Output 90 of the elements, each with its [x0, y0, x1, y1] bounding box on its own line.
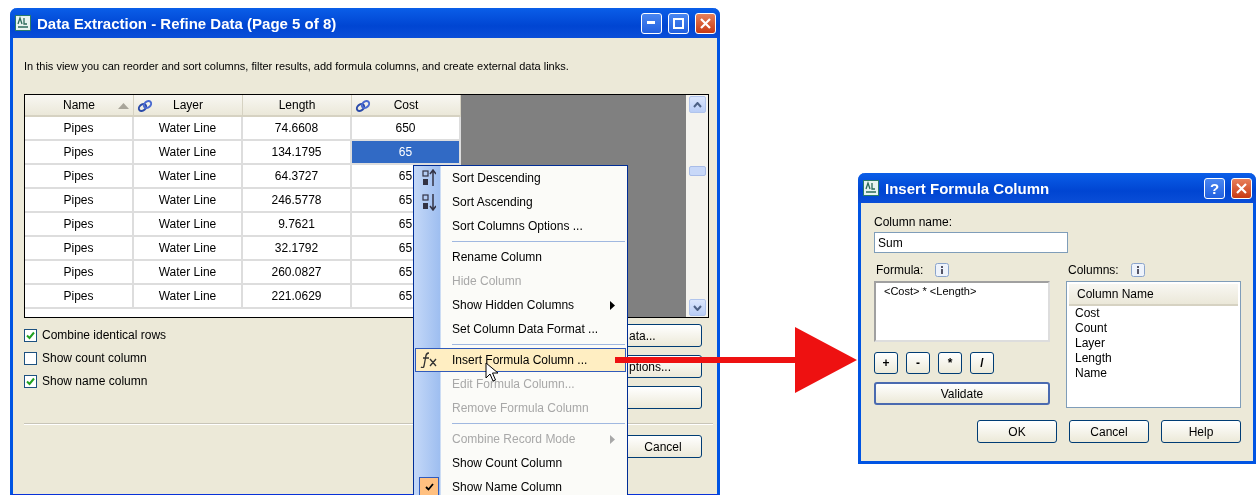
operator-button[interactable]: *	[938, 352, 962, 374]
dialog-title: Insert Formula Column	[885, 179, 1051, 197]
header-label: Length	[278, 98, 316, 112]
table-cell: Pipes	[25, 189, 134, 213]
function-icon	[420, 352, 438, 368]
checkbox[interactable]	[24, 351, 37, 365]
table-cell: 32.1792	[243, 237, 352, 261]
field-label: Columns:	[1068, 263, 1119, 277]
link-icon	[355, 99, 371, 113]
close-button[interactable]	[1231, 177, 1252, 199]
scrollbar[interactable]	[686, 95, 708, 317]
table-cell: Pipes	[25, 213, 134, 237]
table-cell: Pipes	[25, 237, 134, 261]
app-icon	[15, 15, 31, 31]
table-cell: Pipes	[25, 165, 134, 189]
table-cell: Pipes	[25, 117, 134, 141]
dialog-button[interactable]: OK	[977, 420, 1057, 443]
operator-button[interactable]: +	[874, 352, 898, 374]
table-cell: Water Line	[134, 285, 243, 309]
table-cell: Water Line	[134, 189, 243, 213]
info-icon[interactable]	[1130, 263, 1145, 277]
close-button[interactable]	[695, 12, 716, 34]
sort-descending-icon	[422, 169, 436, 187]
checkmark-icon	[419, 477, 439, 495]
minimize-button[interactable]	[641, 12, 662, 34]
column-name-field[interactable]: Sum	[874, 232, 1068, 253]
checkbox[interactable]	[24, 328, 37, 342]
minimize-icon	[647, 21, 656, 25]
header-label: Cost	[393, 98, 419, 112]
table-cell: 65	[352, 141, 461, 165]
checkbox-label[interactable]: Combine identical rows	[42, 328, 167, 342]
table-cell: 74.6608	[243, 117, 352, 141]
submenu-arrow-icon	[610, 435, 615, 444]
menu-item[interactable]: Show Count Column	[415, 451, 626, 475]
menu-item[interactable]: Insert Formula Column ...	[415, 348, 626, 372]
field-label: Column name:	[874, 215, 954, 229]
close-icon	[1236, 182, 1247, 194]
column-header[interactable]: Cost	[352, 95, 461, 117]
list-item[interactable]: Cost	[1069, 306, 1238, 321]
column-header[interactable]: Length	[243, 95, 352, 117]
list-header[interactable]: Column Name	[1069, 284, 1238, 306]
scroll-up-icon[interactable]	[688, 96, 706, 113]
submenu-arrow-icon	[610, 301, 615, 310]
column-header[interactable]: Name	[25, 95, 134, 117]
table-cell: 260.0827	[243, 261, 352, 285]
maximize-button[interactable]	[668, 12, 689, 34]
table-cell: 246.5778	[243, 189, 352, 213]
menu-item[interactable]: Set Column Data Format ...	[415, 317, 626, 341]
sort-ascending-icon	[422, 193, 436, 211]
column-header[interactable]: Layer	[134, 95, 243, 117]
checkbox-label[interactable]: Show name column	[42, 374, 148, 388]
info-icon[interactable]	[935, 263, 950, 277]
table-cell: 221.0629	[243, 285, 352, 309]
window-title: Data Extraction - Refine Data (Page 5 of 8)	[37, 14, 338, 32]
menu-item[interactable]: Show Name Column	[415, 475, 626, 495]
link-icon	[137, 99, 153, 113]
list-item[interactable]: Count	[1069, 321, 1238, 336]
table-cell: 9.7621	[243, 213, 352, 237]
checkbox[interactable]	[24, 374, 37, 388]
table-cell: Water Line	[134, 165, 243, 189]
table-cell: Pipes	[25, 261, 134, 285]
maximize-icon	[673, 17, 684, 29]
table-cell: Water Line	[134, 117, 243, 141]
dialog-button[interactable]: Help	[1161, 420, 1241, 443]
checkbox-label[interactable]: Show count column	[42, 351, 147, 365]
table-cell: Pipes	[25, 285, 134, 309]
list-item[interactable]: Name	[1069, 366, 1238, 381]
validate-button[interactable]: Validate	[874, 382, 1050, 405]
table-cell: Water Line	[134, 213, 243, 237]
help-button[interactable]: ?	[1204, 177, 1225, 199]
dialog-button[interactable]: Cancel	[1069, 420, 1149, 443]
sort-arrow-icon	[118, 103, 129, 109]
table-cell: Water Line	[134, 237, 243, 261]
table-cell: Water Line	[134, 141, 243, 165]
scroll-thumb[interactable]	[688, 166, 706, 176]
field-label: Formula:	[876, 263, 924, 277]
formula-field[interactable]: <Cost> * <Length>	[874, 281, 1050, 342]
close-icon	[700, 17, 711, 29]
list-item[interactable]: Layer	[1069, 336, 1238, 351]
list-item[interactable]: Length	[1069, 351, 1238, 366]
operator-button[interactable]: -	[906, 352, 930, 374]
table-cell: Water Line	[134, 261, 243, 285]
table-cell: Pipes	[25, 141, 134, 165]
scroll-down-icon[interactable]	[688, 299, 706, 316]
header-label: Name	[63, 98, 95, 112]
description-text: In this view you can reorder and sort columns, filter results, add formula columns, and create external data links.	[24, 60, 569, 73]
app-icon	[863, 180, 879, 196]
header-label: Layer	[173, 98, 203, 112]
operator-button[interactable]: /	[970, 352, 994, 374]
table-cell: 64.3727	[243, 165, 352, 189]
